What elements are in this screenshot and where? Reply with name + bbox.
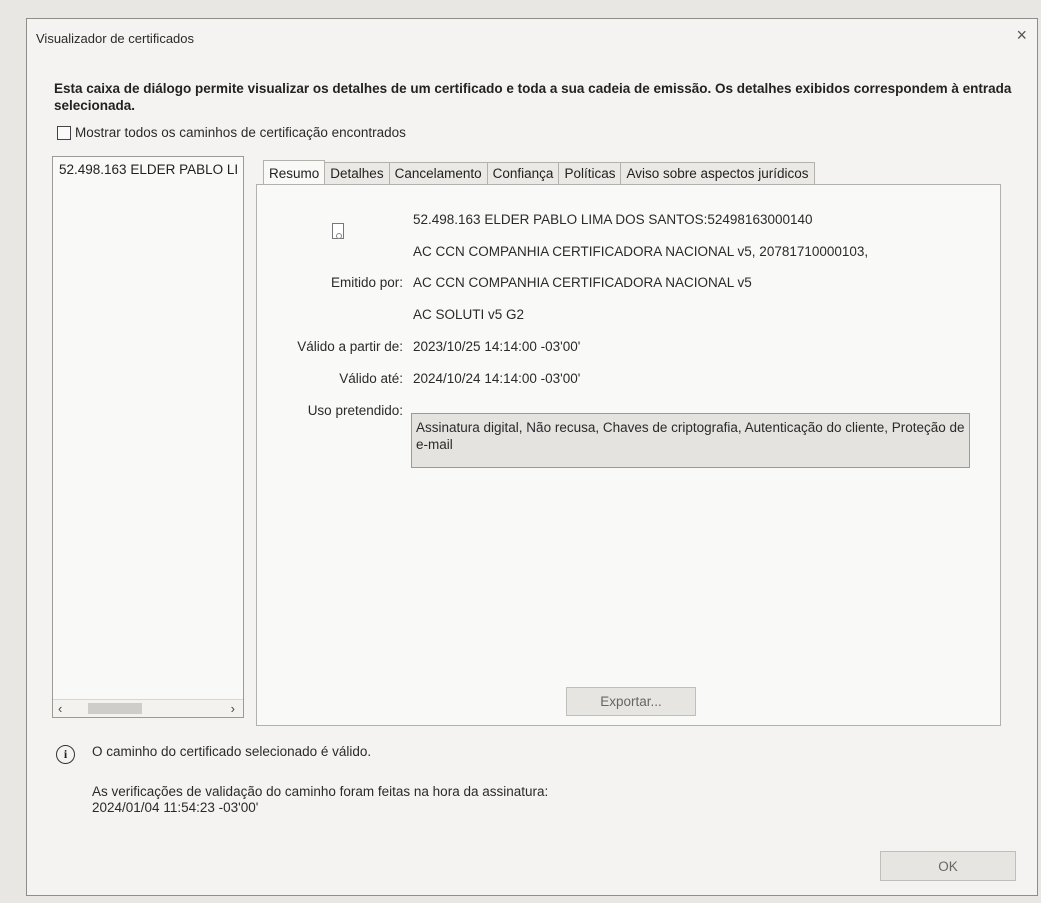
ok-button[interactable]: OK bbox=[880, 851, 1016, 881]
horizontal-scrollbar[interactable]: ‹ › bbox=[53, 699, 243, 717]
dialog-description: Esta caixa de diálogo permite visualizar… bbox=[54, 81, 1012, 113]
list-item[interactable]: 52.498.163 ELDER PABLO LIMA DOS SANTOS bbox=[59, 162, 239, 177]
window-title: Visualizador de certificados bbox=[36, 31, 195, 46]
show-all-paths-label[interactable]: Mostrar todos os caminhos de certificaçã… bbox=[75, 125, 406, 140]
tab-politicas[interactable]: Políticas bbox=[558, 162, 622, 185]
tab-confianca[interactable]: Confiança bbox=[486, 162, 560, 185]
scroll-right-icon[interactable]: › bbox=[231, 700, 235, 717]
tab-aviso-juridico[interactable]: Aviso sobre aspectos jurídicos bbox=[620, 162, 815, 185]
path-valid-message: O caminho do certificado selecionado é v… bbox=[92, 744, 372, 759]
issued-by-label: Emitido por: bbox=[330, 275, 403, 290]
tab-resumo[interactable]: Resumo bbox=[263, 160, 326, 187]
certificate-viewer-dialog: Visualizador de certificados × Esta caix… bbox=[26, 18, 1038, 896]
show-all-paths-checkbox[interactable] bbox=[57, 125, 71, 140]
scrollbar-thumb[interactable] bbox=[88, 703, 142, 714]
valid-from-value: 2023/10/25 14:14:00 -03'00' bbox=[413, 339, 581, 354]
validation-time-note: As verificações de validação do caminho … bbox=[92, 784, 549, 799]
info-icon: i bbox=[56, 745, 75, 764]
valid-to-label: Válido até: bbox=[339, 371, 403, 386]
summary-panel: 52.498.163 ELDER PABLO LIMA DOS SANTOS:5… bbox=[256, 184, 1001, 726]
tab-cancelamento[interactable]: Cancelamento bbox=[388, 162, 488, 185]
export-button[interactable]: Exportar... bbox=[566, 687, 696, 716]
issuer-ca-value: AC SOLUTI v5 G2 bbox=[413, 307, 525, 322]
tab-bar: Resumo Detalhes Cancelamento Confiança P… bbox=[263, 160, 815, 187]
intended-use-label: Uso pretendido: bbox=[307, 403, 403, 418]
intended-use-field[interactable]: Assinatura digital, Não recusa, Chaves d… bbox=[411, 413, 970, 468]
certificate-chain-list[interactable]: 52.498.163 ELDER PABLO LIMA DOS SANTOS ‹… bbox=[52, 156, 244, 718]
valid-from-label: Válido a partir de: bbox=[297, 339, 403, 354]
issued-by-value: AC CCN COMPANHIA CERTIFICADORA NACIONAL … bbox=[413, 275, 752, 290]
subject-organization: AC CCN COMPANHIA CERTIFICADORA NACIONAL … bbox=[413, 244, 869, 259]
validation-timestamp: 2024/01/04 11:54:23 -03'00' bbox=[92, 800, 259, 815]
show-all-paths-option[interactable]: Mostrar todos os caminhos de certificaçã… bbox=[57, 125, 406, 140]
certificate-icon bbox=[332, 223, 344, 239]
valid-to-value: 2024/10/24 14:14:00 -03'00' bbox=[413, 371, 581, 386]
close-icon[interactable]: × bbox=[1016, 25, 1027, 45]
tab-detalhes[interactable]: Detalhes bbox=[324, 162, 390, 185]
subject-name: 52.498.163 ELDER PABLO LIMA DOS SANTOS:5… bbox=[413, 212, 813, 227]
scroll-left-icon[interactable]: ‹ bbox=[58, 700, 62, 717]
